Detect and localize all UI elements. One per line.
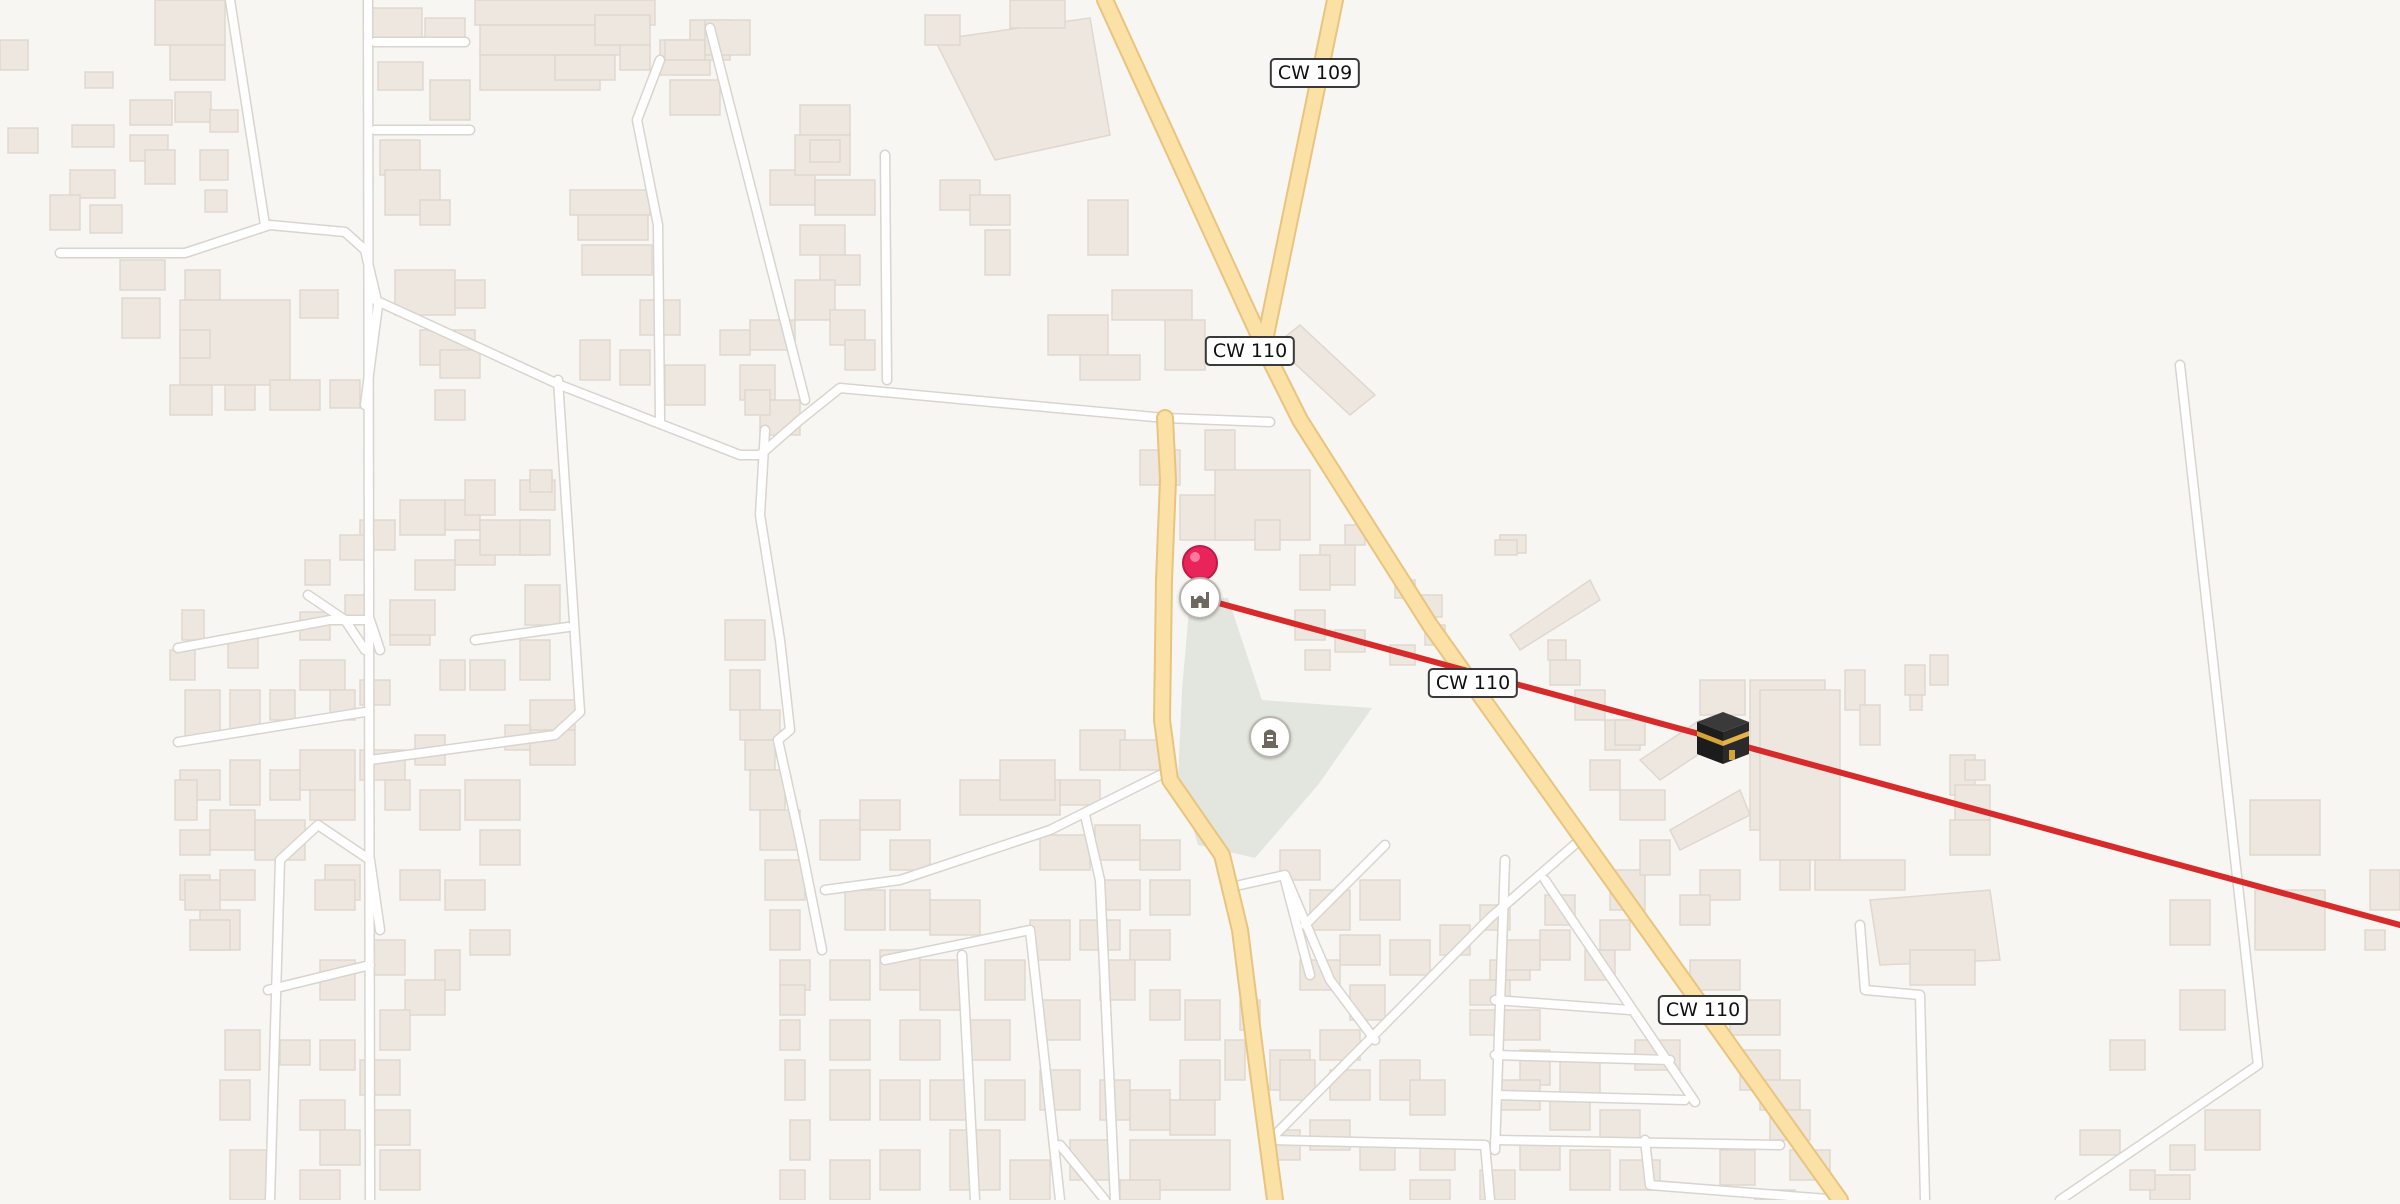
mosque-poi[interactable] — [1179, 577, 1221, 619]
road-label-cw110: CW 110 — [1657, 995, 1749, 1025]
road-label-cw110: CW 110 — [1427, 668, 1519, 698]
road-label-cw109: CW 109 — [1269, 58, 1361, 88]
kaaba-icon[interactable] — [1697, 712, 1749, 764]
mosque-icon — [1191, 592, 1209, 608]
map-canvas[interactable]: CW 109 CW 110 CW 110 CW 110 — [0, 0, 2400, 1204]
grave-icon — [1262, 729, 1278, 748]
cemetery-poi[interactable] — [1249, 716, 1291, 758]
road-label-cw110: CW 110 — [1204, 336, 1296, 366]
